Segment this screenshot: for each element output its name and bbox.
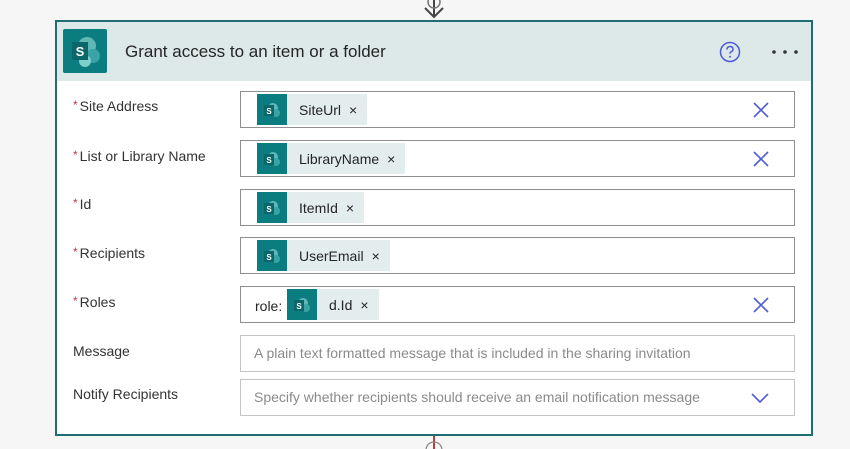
roles-prefix-text: role: xyxy=(255,298,283,314)
site-address-field[interactable]: S SiteUrl × xyxy=(240,91,795,128)
library-name-field[interactable]: S LibraryName × xyxy=(240,140,795,177)
required-marker: * xyxy=(73,294,78,308)
recipients-label: * Recipients xyxy=(73,245,145,261)
id-field[interactable]: S ItemId × xyxy=(240,189,795,226)
notify-recipients-dropdown[interactable]: Specify whether recipients should receiv… xyxy=(240,379,795,416)
notify-placeholder: Specify whether recipients should receiv… xyxy=(254,389,700,405)
siteurl-token[interactable]: S SiteUrl × xyxy=(257,94,368,125)
token-label: SiteUrl xyxy=(299,101,342,118)
action-title: Grant access to an item or a folder xyxy=(125,42,386,61)
svg-text:S: S xyxy=(266,156,272,165)
library-name-label-text: List or Library Name xyxy=(79,148,206,164)
token-label: ItemId xyxy=(299,199,338,216)
useremail-token[interactable]: S UserEmail × xyxy=(257,240,390,271)
flow-connector-arrow-icon xyxy=(424,0,444,19)
chevron-down-icon[interactable] xyxy=(750,391,770,405)
svg-text:S: S xyxy=(76,44,85,59)
token-remove-button[interactable]: × xyxy=(387,151,395,167)
required-marker: * xyxy=(73,196,78,210)
message-input[interactable]: A plain text formatted message that is i… xyxy=(240,335,795,372)
token-remove-button[interactable]: × xyxy=(360,297,368,313)
notify-recipients-label: Notify Recipients xyxy=(73,386,179,402)
site-address-label: * Site Address xyxy=(73,98,158,114)
roles-field[interactable]: role: S d.Id × xyxy=(240,286,795,323)
message-label: Message xyxy=(73,343,130,359)
token-remove-button[interactable]: × xyxy=(349,102,357,118)
libraryname-token[interactable]: S LibraryName × xyxy=(257,143,406,174)
clear-x-icon[interactable] xyxy=(752,150,770,168)
help-circle-icon[interactable] xyxy=(719,41,741,63)
token-label: d.Id xyxy=(329,296,353,313)
sharepoint-icon: S xyxy=(63,29,107,73)
more-horizontal-icon[interactable] xyxy=(770,42,800,62)
recipients-field[interactable]: S UserEmail × xyxy=(240,237,795,274)
sharepoint-icon: S xyxy=(257,240,287,271)
id-label-text: Id xyxy=(79,196,92,212)
required-marker: * xyxy=(73,245,78,259)
d-id-token[interactable]: S d.Id × xyxy=(287,289,379,320)
token-remove-button[interactable]: × xyxy=(372,248,380,264)
sharepoint-icon: S xyxy=(257,94,287,125)
id-label: * Id xyxy=(73,196,91,212)
sharepoint-icon: S xyxy=(257,192,287,223)
svg-text:S: S xyxy=(266,107,272,116)
sharepoint-icon: S xyxy=(257,143,287,174)
recipients-label-text: Recipients xyxy=(79,245,146,261)
action-card-header[interactable]: S Grant access to an item or a folder xyxy=(57,22,811,81)
action-card: S Grant access to an item or a folder * S… xyxy=(55,20,813,436)
svg-text:S: S xyxy=(266,205,272,214)
sharepoint-icon: S xyxy=(287,289,317,320)
roles-label-text: Roles xyxy=(79,294,116,310)
token-label: LibraryName xyxy=(299,150,380,167)
library-name-label: * List or Library Name xyxy=(73,148,206,164)
clear-x-icon[interactable] xyxy=(752,296,770,314)
required-marker: * xyxy=(73,148,78,162)
svg-text:S: S xyxy=(266,253,272,262)
required-marker: * xyxy=(73,98,78,112)
clear-x-icon[interactable] xyxy=(752,101,770,119)
svg-text:S: S xyxy=(296,302,302,311)
token-label: UserEmail xyxy=(299,247,364,264)
message-placeholder: A plain text formatted message that is i… xyxy=(254,345,691,361)
site-address-label-text: Site Address xyxy=(79,98,159,114)
token-remove-button[interactable]: × xyxy=(346,200,354,216)
flow-connector-line-icon xyxy=(425,436,443,449)
roles-label: * Roles xyxy=(73,294,115,310)
itemid-token[interactable]: S ItemId × xyxy=(257,192,365,223)
